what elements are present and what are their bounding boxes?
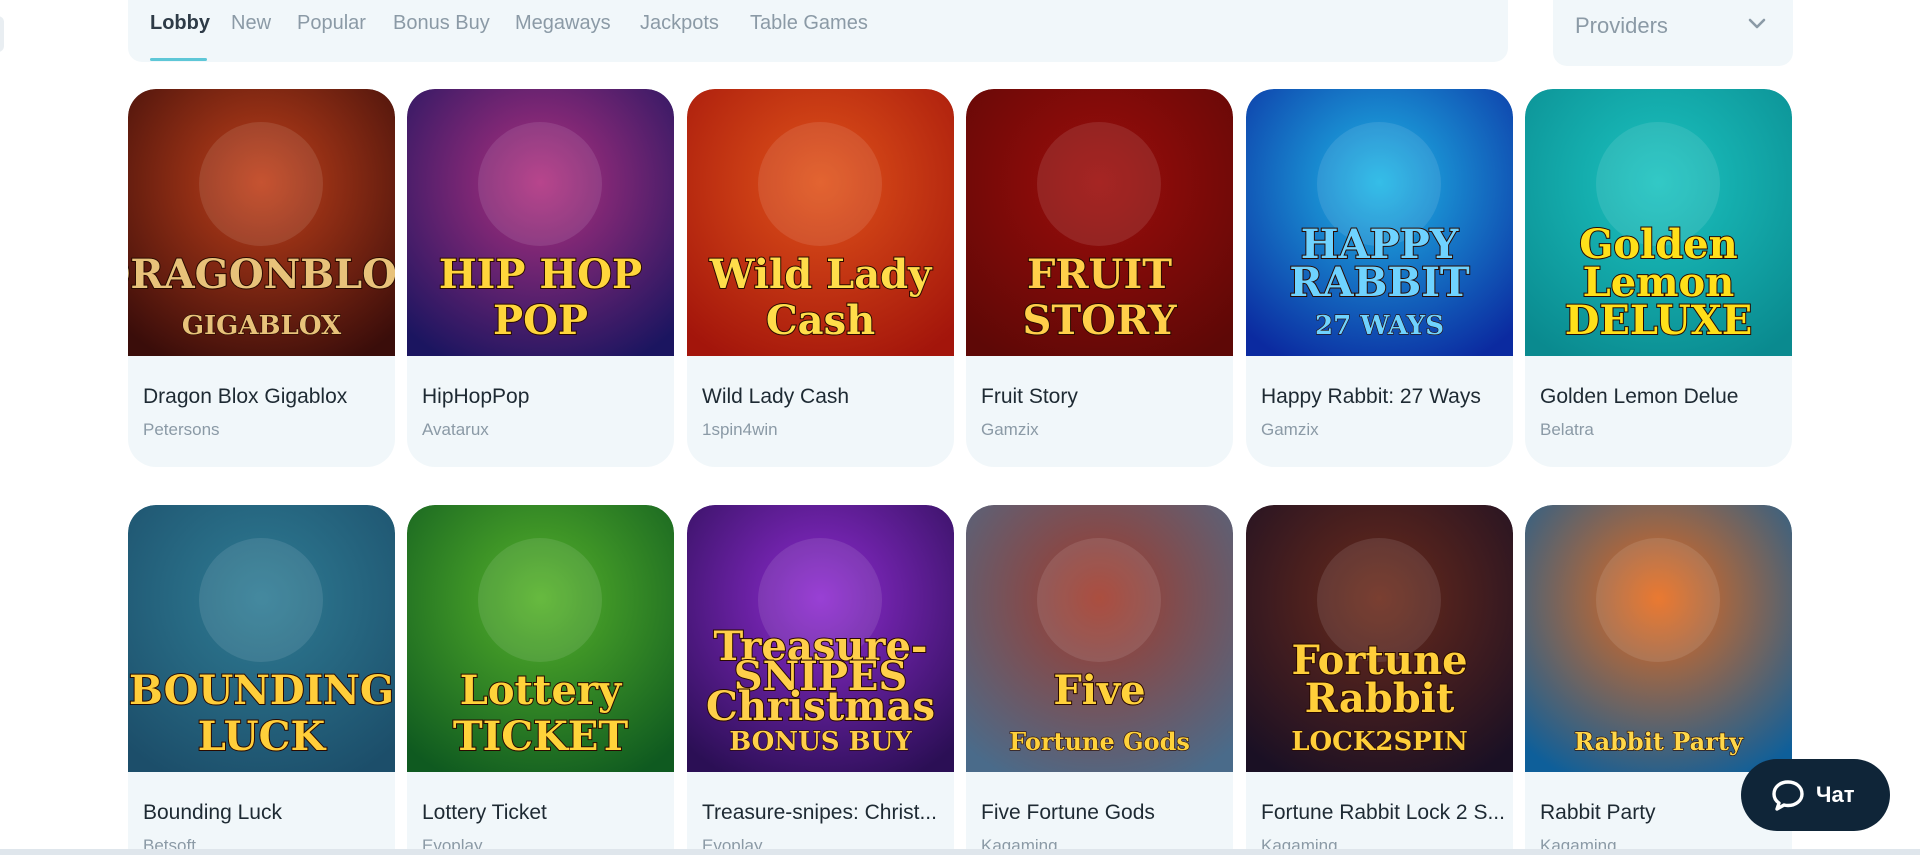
game-thumbnail: FRUIT STORY <box>966 89 1233 356</box>
game-logo-text: BONUS BUY <box>729 727 912 757</box>
game-title: HipHopPop <box>422 385 530 408</box>
game-title: Dragon Blox Gigablox <box>143 385 348 408</box>
game-logo-text: Lottery <box>460 667 623 714</box>
chat-button[interactable]: Чат <box>1741 759 1890 831</box>
game-logo-text: HIP HOP <box>439 251 642 298</box>
game-provider: Gamzix <box>1261 420 1319 439</box>
game-card[interactable]: BOUNDING LUCK Bounding Luck Betsoft <box>128 505 395 855</box>
active-tab-indicator <box>150 58 207 61</box>
game-artwork: DRAGONBLOX GIGABLOX <box>128 89 395 356</box>
game-provider: Petersons <box>143 420 220 439</box>
game-logo-text: STORY <box>1022 297 1177 344</box>
game-logo-text: TICKET <box>453 713 629 760</box>
game-artwork: Rabbit Party <box>1525 505 1792 772</box>
chat-label: Чат <box>1816 782 1855 807</box>
game-logo-text: FRUIT <box>1027 251 1172 298</box>
game-provider: 1spin4win <box>702 420 778 439</box>
game-thumbnail: HIP HOP POP <box>407 89 674 356</box>
game-artwork: LotteryTICKET <box>407 505 674 772</box>
game-card[interactable]: DRAGONBLOXGIGABLOX Dragon Blox Gigablox … <box>128 89 395 467</box>
game-logo-text: Rabbit Party <box>1574 727 1744 756</box>
game-card[interactable]: Wild Lady Cash Wild Lady Cash 1spin4win <box>687 89 954 467</box>
game-logo-text: Christmas <box>706 683 935 730</box>
game-card[interactable]: Lottery TICKET Lottery Ticket Evoplay <box>407 505 674 855</box>
game-thumbnail: BOUNDING LUCK <box>128 505 395 772</box>
category-tabs: Lobby New Popular Bonus Buy Megaways Jac… <box>128 0 1508 62</box>
game-logo-text: 27 WAYS <box>1315 311 1444 341</box>
side-handle <box>0 16 4 52</box>
game-card[interactable]: Treasure- SNIPES Christmas BONUS BUY Treasu… <box>687 505 954 855</box>
game-logo-text: LOCK2SPIN <box>1291 727 1468 757</box>
game-logo-text: DELUXE <box>1565 297 1753 344</box>
game-artwork: HAPPYRABBIT27 WAYS <box>1246 89 1513 356</box>
providers-dropdown[interactable]: Providers <box>1553 0 1793 66</box>
game-title: Fruit Story <box>981 385 1078 408</box>
game-title: Happy Rabbit: 27 Ways <box>1261 385 1481 408</box>
game-provider: Avatarux <box>422 420 489 439</box>
game-title: Golden Lemon Delue <box>1540 385 1739 408</box>
game-artwork: GoldenLemonDELUXE <box>1525 89 1792 356</box>
game-thumbnail: Five Fortune Gods <box>966 505 1233 772</box>
game-card[interactable]: Golden Lemon DELUXE Golden Lemon Delue Bel… <box>1525 89 1792 467</box>
chat-bubble-icon <box>1772 780 1804 811</box>
game-card[interactable]: HIP HOP POP HipHopPop Avatarux <box>407 89 674 467</box>
game-thumbnail: HAPPY RABBIT 27 WAYS <box>1246 89 1513 356</box>
game-thumbnail: Fortune Rabbit LOCK2SPIN <box>1246 505 1513 772</box>
game-title: Five Fortune Gods <box>981 801 1155 824</box>
game-provider: Gamzix <box>981 420 1039 439</box>
page-edge <box>0 849 1920 855</box>
game-logo-text: Cash <box>766 297 875 344</box>
game-logo-text: BOUNDING <box>129 667 394 714</box>
providers-label: Providers <box>1575 13 1668 38</box>
game-thumbnail: Treasure- SNIPES Christmas BONUS BUY <box>687 505 954 772</box>
game-artwork: HIP HOPPOP <box>407 89 674 356</box>
tab-megaways[interactable]: Megaways <box>515 12 611 35</box>
game-artwork: BOUNDINGLUCK <box>128 505 395 772</box>
game-card[interactable]: Five Fortune Gods Five Fortune Gods Kagam… <box>966 505 1233 855</box>
game-title: Lottery Ticket <box>422 801 547 824</box>
game-logo-text: RABBIT <box>1289 259 1470 306</box>
game-thumbnail: DRAGONBLOX GIGABLOX <box>128 89 395 356</box>
game-artwork: Five Fortune Gods <box>966 505 1233 772</box>
game-logo-text: Rabbit <box>1305 675 1455 722</box>
game-logo-text: GIGABLOX <box>182 311 342 341</box>
game-thumbnail: Golden Lemon DELUXE <box>1525 89 1792 356</box>
game-artwork: FRUITSTORY <box>966 89 1233 356</box>
game-title: Treasure-snipes: Christ... <box>702 801 937 824</box>
game-thumbnail: Rabbit Party <box>1525 505 1792 772</box>
game-logo-text: POP <box>493 297 588 344</box>
game-logo-text: LUCK <box>198 713 327 760</box>
game-logo-text: Five <box>1053 667 1145 714</box>
game-logo-text: DRAGONBLOX <box>128 251 395 298</box>
tab-table-games[interactable]: Table Games <box>750 12 868 35</box>
game-artwork: Treasure-SNIPESChristmasBONUS BUY <box>687 505 954 772</box>
game-provider: Belatra <box>1540 420 1594 439</box>
tab-lobby[interactable]: Lobby <box>150 12 210 35</box>
chevron-down-icon <box>1748 18 1766 29</box>
tab-popular[interactable]: Popular <box>297 12 366 35</box>
game-thumbnail: Lottery TICKET <box>407 505 674 772</box>
game-card[interactable]: HAPPY RABBIT 27 WAYS Happy Rabbit: 27 Ways… <box>1246 89 1513 467</box>
game-artwork: FortuneRabbitLOCK2SPIN <box>1246 505 1513 772</box>
tab-bonus-buy[interactable]: Bonus Buy <box>393 12 490 35</box>
game-artwork: Wild LadyCash <box>687 89 954 356</box>
game-card[interactable]: Fortune Rabbit LOCK2SPIN Fortune Rabbit Lo… <box>1246 505 1513 855</box>
game-logo-text: Fortune Gods <box>1009 727 1190 756</box>
tab-jackpots[interactable]: Jackpots <box>640 12 719 35</box>
game-title: Fortune Rabbit Lock 2 S... <box>1261 801 1505 824</box>
game-thumbnail: Wild Lady Cash <box>687 89 954 356</box>
game-title: Wild Lady Cash <box>702 385 850 408</box>
game-card[interactable]: FRUIT STORY Fruit Story Gamzix <box>966 89 1233 467</box>
game-logo-text: Wild Lady <box>709 251 934 298</box>
game-title: Bounding Luck <box>143 801 282 824</box>
tab-new[interactable]: New <box>231 12 271 35</box>
